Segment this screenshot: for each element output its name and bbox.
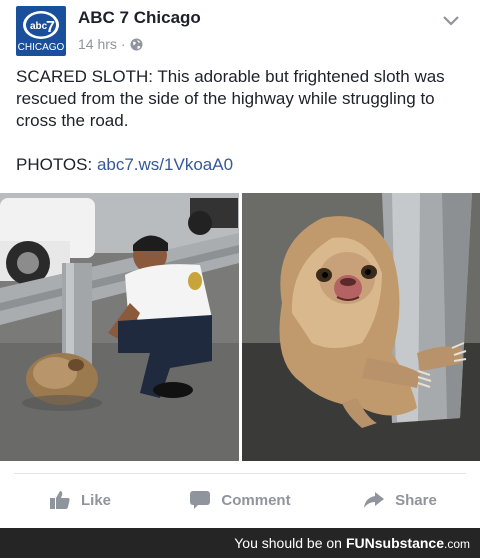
comment-label: Comment [221, 491, 291, 509]
sloth-pole-image [242, 193, 480, 461]
officer-sloth-image [0, 193, 239, 461]
avatar-label: CHICAGO [17, 42, 65, 53]
post-actions: Like Comment Share [0, 482, 480, 518]
facebook-post: abc 7 CHICAGO ABC 7 Chicago 14 hrs · SCA… [0, 0, 480, 528]
comment-button[interactable]: Comment [160, 482, 320, 518]
like-label: Like [80, 491, 111, 509]
abc7-logo-icon: abc 7 [23, 11, 59, 39]
share-button[interactable]: Share [320, 482, 480, 518]
share-label: Share [395, 491, 437, 509]
photos-line: PHOTOS: abc7.ws/1VkoaA0 [16, 154, 466, 176]
chevron-down-icon[interactable] [442, 14, 460, 28]
page-avatar[interactable]: abc 7 CHICAGO [16, 6, 66, 56]
post-body: SCARED SLOTH: This adorable but frighten… [16, 66, 466, 198]
share-arrow-icon [364, 492, 385, 508]
watermark-footer: You should be on FUNsubstance.com [0, 528, 480, 558]
photo-officer-with-sloth[interactable] [0, 193, 239, 461]
thumbs-up-icon [49, 491, 70, 509]
photos-link[interactable]: abc7.ws/1VkoaA0 [97, 155, 233, 174]
post-message: SCARED SLOTH: This adorable but frighten… [16, 67, 445, 130]
page-name-link[interactable]: ABC 7 Chicago [78, 8, 201, 28]
photo-sloth-hugging-pole[interactable] [242, 193, 480, 461]
post-timestamp[interactable]: 14 hrs [78, 36, 117, 52]
globe-icon [130, 38, 143, 50]
footer-tagline: You should be on [234, 535, 342, 551]
footer-brand-name: FUNsubstance [345, 535, 444, 551]
photos-label: PHOTOS: [16, 155, 93, 174]
like-button[interactable]: Like [0, 482, 160, 518]
actions-divider [14, 473, 466, 474]
footer-brand-domain: .com [443, 537, 470, 551]
comment-bubble-icon [190, 491, 211, 509]
post-meta: 14 hrs · [78, 36, 143, 52]
photo-grid [0, 193, 480, 461]
meta-separator: · [120, 36, 126, 52]
avatar-number: 7 [46, 19, 55, 36]
post-header: abc 7 CHICAGO ABC 7 Chicago 14 hrs · [16, 6, 466, 58]
footer-brand[interactable]: FUNsubstance.com [346, 535, 470, 551]
